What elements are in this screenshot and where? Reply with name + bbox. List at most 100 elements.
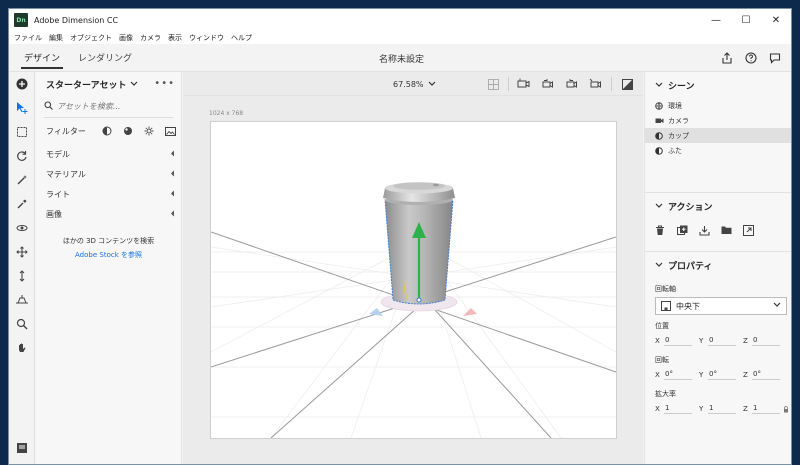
scene-render xyxy=(211,182,616,438)
app-window: Dn Adobe Dimension CC — ☐ ✕ ファイル 編集 オブジェ… xyxy=(8,8,792,465)
scale-z-input[interactable]: 1 xyxy=(752,404,780,414)
environment-icon xyxy=(655,101,665,110)
camera-undo-icon[interactable] xyxy=(536,78,560,90)
menu-camera[interactable]: カメラ xyxy=(140,33,161,43)
category-models[interactable]: モデル xyxy=(36,144,181,164)
axis-label: X xyxy=(655,405,660,413)
adobe-stock-link[interactable]: Adobe Stock を参照 xyxy=(36,250,181,260)
position-y-input[interactable]: 0 xyxy=(708,336,736,346)
window-controls: — ☐ ✕ xyxy=(701,9,791,31)
search-input[interactable] xyxy=(57,102,167,111)
horizon-tool-icon[interactable] xyxy=(9,288,35,312)
share-icon[interactable] xyxy=(715,52,739,64)
viewport-icons xyxy=(481,72,639,96)
position-z-input[interactable]: 0 xyxy=(752,336,780,346)
pan-camera-icon[interactable] xyxy=(9,240,35,264)
camera-bookmark-icon[interactable] xyxy=(512,78,536,90)
filter-model-icon[interactable] xyxy=(96,126,117,136)
camera-frame-icon[interactable] xyxy=(584,78,608,90)
pivot-value: 中央下 xyxy=(676,301,700,311)
rotation-z-input[interactable]: 0° xyxy=(752,370,780,380)
feedback-icon[interactable] xyxy=(763,52,787,64)
panel-toggle-icon[interactable] xyxy=(9,436,35,460)
chevron-left-icon xyxy=(170,210,175,219)
chevron-down-icon xyxy=(655,262,663,267)
scale-y-input[interactable]: 1 xyxy=(708,404,736,414)
chevron-down-icon xyxy=(773,302,781,307)
scene-item-lid[interactable]: ふた xyxy=(645,143,791,158)
tab-render[interactable]: レンダリング xyxy=(75,44,135,72)
more-options-icon[interactable]: ••• xyxy=(154,78,175,89)
scene-item-camera[interactable]: カメラ xyxy=(645,113,791,128)
menu-window[interactable]: ウィンドウ xyxy=(189,33,224,43)
zoom-control[interactable]: 67.58% xyxy=(393,72,436,96)
grid-toggle-icon[interactable] xyxy=(481,78,505,90)
rotate-tool-icon[interactable] xyxy=(9,144,35,168)
maximize-button[interactable]: ☐ xyxy=(731,9,761,31)
menu-file[interactable]: ファイル xyxy=(14,33,42,43)
rotation-y-input[interactable]: 0° xyxy=(708,370,736,380)
camera-redo-icon[interactable] xyxy=(560,78,584,90)
model-icon xyxy=(655,146,665,155)
tab-design[interactable]: デザイン xyxy=(21,44,64,72)
gizmo-x-handle[interactable] xyxy=(463,308,477,316)
category-lights[interactable]: ライト xyxy=(36,184,181,204)
menu-edit[interactable]: 編集 xyxy=(49,33,63,43)
properties-title: プロパティ xyxy=(668,261,713,272)
position-x-input[interactable]: 0 xyxy=(664,336,692,346)
chevron-down-icon[interactable] xyxy=(130,80,138,89)
lid-sip-hole xyxy=(433,183,439,187)
filter-image-icon[interactable] xyxy=(160,126,181,136)
rotation-x-input[interactable]: 0° xyxy=(664,370,692,380)
folder-icon[interactable] xyxy=(721,225,743,235)
actions-header[interactable]: アクション xyxy=(645,193,791,219)
position-fields: X0 Y0 Z0 xyxy=(645,333,791,349)
viewport-toolbar: 67.58% xyxy=(183,72,643,96)
scene-title: シーン xyxy=(668,81,695,92)
help-icon[interactable] xyxy=(739,52,763,64)
assets-title[interactable]: スターターアセット xyxy=(46,78,126,91)
export-icon[interactable] xyxy=(743,224,765,236)
menu-object[interactable]: オブジェクト xyxy=(70,33,112,43)
marquee-tool-icon[interactable] xyxy=(9,120,35,144)
select-tool-icon[interactable] xyxy=(9,96,35,120)
scene-item-environment[interactable]: 環境 xyxy=(645,98,791,113)
gizmo-pivot[interactable] xyxy=(416,297,422,303)
search-icon xyxy=(44,101,53,112)
trash-icon[interactable] xyxy=(655,225,677,236)
zoom-tool-icon[interactable] xyxy=(9,312,35,336)
menu-help[interactable]: ヘルプ xyxy=(231,33,252,43)
actions-title: アクション xyxy=(668,202,713,213)
duplicate-icon[interactable] xyxy=(677,225,699,236)
category-materials[interactable]: マテリアル xyxy=(36,164,181,184)
lock-icon[interactable] xyxy=(783,405,789,413)
scene-canvas[interactable] xyxy=(210,121,617,439)
category-images[interactable]: 画像 xyxy=(36,204,181,224)
add-icon[interactable] xyxy=(9,72,35,96)
rotation-label: 回転 xyxy=(655,356,669,364)
eyedropper-icon[interactable] xyxy=(9,192,35,216)
scene-header[interactable]: シーン xyxy=(645,72,791,98)
close-button[interactable]: ✕ xyxy=(761,9,791,31)
orbit-camera-icon[interactable] xyxy=(9,216,35,240)
hand-tool-icon[interactable] xyxy=(9,336,35,360)
filter-light-icon[interactable] xyxy=(139,126,160,136)
properties-header[interactable]: プロパティ xyxy=(645,252,791,278)
minimize-button[interactable]: — xyxy=(701,9,731,31)
axis-label: Z xyxy=(743,371,748,379)
download-icon[interactable] xyxy=(699,225,721,236)
axis-label: Y xyxy=(699,405,704,413)
scene-item-cup[interactable]: カップ xyxy=(645,128,791,143)
toolbar-divider xyxy=(508,77,509,91)
dolly-camera-icon[interactable] xyxy=(9,264,35,288)
scale-x-input[interactable]: 1 xyxy=(664,404,692,414)
render-preview-icon[interactable] xyxy=(615,78,639,90)
pivot-select[interactable]: 中央下 xyxy=(655,297,787,315)
menu-view[interactable]: 表示 xyxy=(168,33,182,43)
category-label: モデル xyxy=(46,149,70,159)
chevron-left-icon xyxy=(170,150,175,159)
filter-material-icon[interactable] xyxy=(117,126,138,136)
menu-image[interactable]: 画像 xyxy=(119,33,133,43)
magic-wand-icon[interactable] xyxy=(9,168,35,192)
scale-label: 拡大率 xyxy=(655,390,676,398)
